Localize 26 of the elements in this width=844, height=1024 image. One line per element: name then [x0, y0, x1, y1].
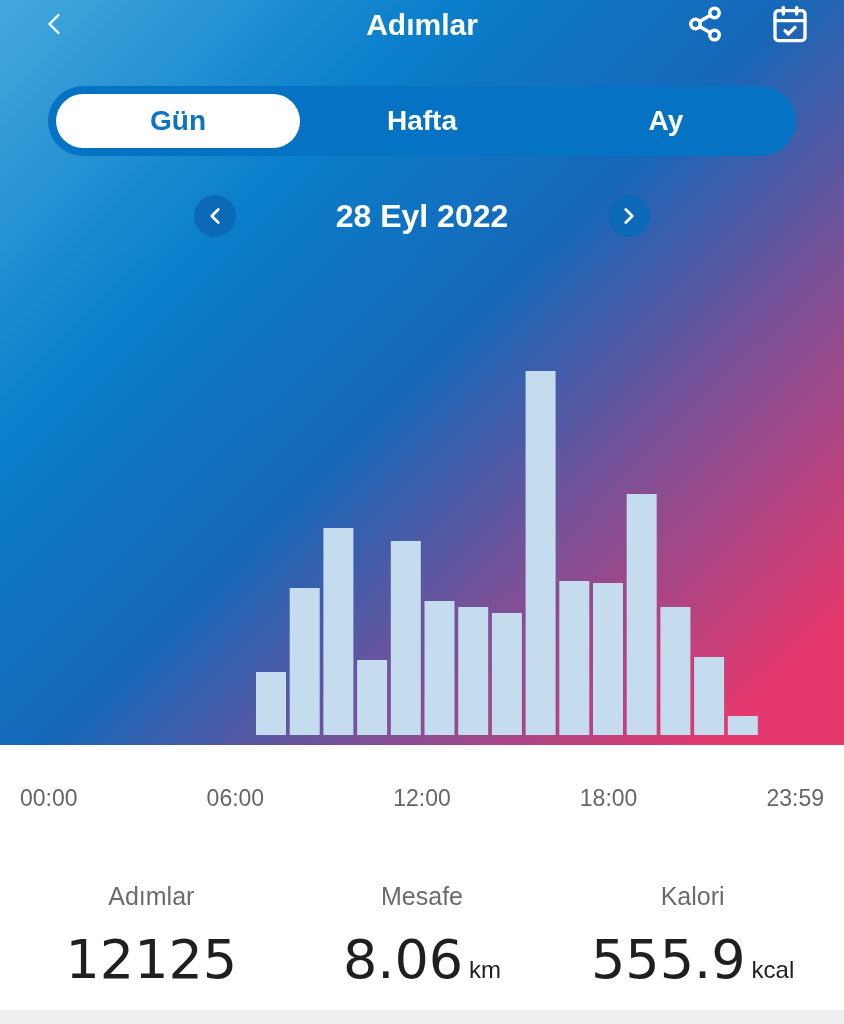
step-bar — [256, 672, 286, 735]
calendar-icon — [770, 4, 810, 44]
share-icon — [686, 5, 724, 43]
stat-label: Adımlar — [108, 880, 195, 912]
next-day-button[interactable] — [608, 195, 651, 237]
period-tab[interactable]: Gün — [56, 94, 300, 148]
period-tab[interactable]: Ay — [544, 94, 788, 148]
stat-label: Mesafe — [381, 880, 463, 912]
stat-unit: km — [469, 955, 502, 985]
time-axis-label: 06:00 — [206, 784, 265, 813]
step-bar — [727, 716, 758, 735]
time-axis-label: 23:59 — [766, 784, 824, 813]
stat-value: 555.9 — [591, 933, 746, 987]
stat-value: 8.06 — [342, 933, 464, 987]
time-axis-label: 18:00 — [579, 784, 638, 813]
time-axis-label: 12:00 — [393, 784, 451, 813]
screen-title: Adımlar — [366, 7, 478, 43]
share-button[interactable] — [686, 5, 724, 43]
stat-label: Kalori — [660, 880, 725, 912]
period-tab[interactable]: Hafta — [300, 94, 544, 148]
previous-day-button[interactable] — [193, 195, 236, 237]
stat-value: 12125 — [65, 933, 238, 987]
stat-unit: kcal — [751, 955, 795, 985]
calendar-button[interactable] — [770, 4, 810, 44]
date-label: 28 Eyl 2022 — [335, 197, 509, 236]
time-axis-label: 00:00 — [20, 784, 78, 813]
